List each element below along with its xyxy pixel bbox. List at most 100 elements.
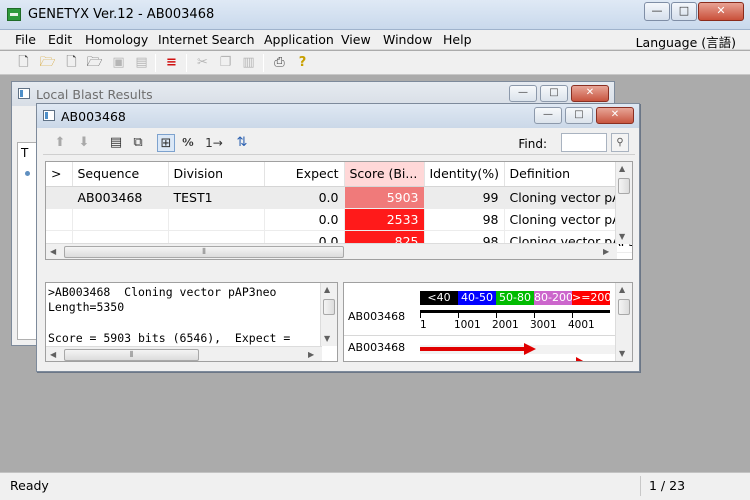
ruler-tick [572,313,573,318]
row-identity: 98 [424,208,505,231]
legend-200-plus: >=200 [572,291,612,305]
menu-internet-search[interactable]: Internet Search [156,32,257,47]
text-line-length: Length=5350 [48,300,125,314]
menu-window[interactable]: Window [381,32,434,47]
save-icon[interactable]: ▣ [110,54,127,71]
text-vertical-scrollbar[interactable]: ▲ ▼ [320,283,337,346]
ruler-tick [496,313,497,318]
minimize-button[interactable]: — [644,2,670,21]
hit-table[interactable]: > Sequence Division Expect Score (Bi... … [45,161,633,260]
status-page-panel: 1 / 23 [640,476,735,496]
column-expect[interactable]: Expect [264,162,345,187]
open-file-icon[interactable]: 🗁 [86,54,103,71]
row-marker [46,208,73,231]
numbering-icon[interactable]: ⁰⁄₀ [179,134,197,152]
print-icon[interactable]: ⎙ [271,54,288,71]
local-blast-minimize-button[interactable]: — [509,85,537,102]
hit-arrow-head-icon [524,343,536,355]
scroll-down-icon[interactable]: ▼ [324,334,330,343]
table-horizontal-scrollbar[interactable]: ◀ ⦀ ▶ [46,243,617,259]
table-hscroll-thumb[interactable]: ⦀ [64,246,344,258]
results-minimize-button[interactable]: — [534,107,562,124]
local-blast-close-button[interactable]: ✕ [571,85,609,102]
text-horizontal-scrollbar[interactable]: ◀ ⦀ ▶ [46,346,322,361]
hit-arrow[interactable] [420,347,526,351]
open-folder-icon[interactable]: 🗁 [39,54,56,71]
status-text: Ready [10,478,49,493]
app-title-bar[interactable]: GENETYX Ver.12 - AB003468 — □ ✕ [0,0,750,30]
menu-file[interactable]: File [13,32,38,47]
find-search-icon[interactable]: ⚲ [611,133,629,152]
table-vscroll-thumb[interactable] [618,178,630,194]
results-title-bar[interactable]: AB003468 — □ ✕ [37,104,639,128]
menu-language[interactable]: Language (言語) [636,32,736,51]
column-marker[interactable]: > [46,162,73,187]
results-window[interactable]: AB003468 — □ ✕ ⬆ ⬇ ▤ ⧉ ⊞ ⁰⁄₀ 1→ ⇅ Find: … [36,103,640,372]
local-blast-list[interactable]: T [17,142,37,340]
position-icon[interactable]: 1→ [205,134,223,152]
row-score: 5903 [344,186,425,209]
alignment-text-pane[interactable]: >AB003468 Cloning vector pAP3neo Length=… [45,282,338,362]
ruler-label: 2001 [492,319,519,331]
new-file-icon[interactable]: 🗋 [15,54,32,71]
menu-homology[interactable]: Homology [83,32,150,47]
new-document-icon[interactable]: 🗋 [63,54,80,71]
text-vscroll-thumb[interactable] [323,299,335,315]
table-row[interactable]: AB003468 TEST1 0.0 5903 99 Cloning vecto… [46,186,632,209]
list-view-icon[interactable]: ▤ [107,134,125,152]
paste-icon[interactable]: ▥ [240,54,257,71]
menu-help[interactable]: Help [441,32,474,47]
ruler-label: 1001 [454,319,481,331]
scroll-left-icon[interactable]: ◀ [50,350,56,359]
ruler-label: 3001 [530,319,557,331]
graphic-vertical-scrollbar[interactable]: ▲ ▼ [615,283,632,361]
align-icon[interactable]: ≡ [163,54,180,71]
close-button[interactable]: ✕ [698,2,744,21]
find-input[interactable] [561,133,607,152]
menu-view[interactable]: View [339,32,373,47]
scroll-down-icon[interactable]: ▼ [619,232,625,241]
help-icon[interactable]: ? [294,54,311,71]
scroll-down-icon[interactable]: ▼ [619,349,625,358]
copy-view-icon[interactable]: ⧉ [129,134,147,152]
local-blast-maximize-button[interactable]: □ [540,85,568,102]
sort-icon[interactable]: ⇅ [233,134,251,152]
ruler-tick [458,313,459,318]
graphic-vscroll-thumb[interactable] [618,299,630,315]
text-hscroll-thumb[interactable]: ⦀ [64,349,199,361]
pane-splitter[interactable] [45,264,633,279]
window-icon [43,110,55,121]
maximize-button[interactable]: □ [671,2,697,21]
menu-edit[interactable]: Edit [46,32,74,47]
scroll-up-icon[interactable]: ▲ [619,164,625,173]
arrow-down-icon[interactable]: ⬇ [75,134,93,152]
row-score: 2533 [344,208,425,231]
save-as-icon[interactable]: ▤ [133,54,150,71]
scroll-up-icon[interactable]: ▲ [619,285,625,294]
scroll-up-icon[interactable]: ▲ [324,285,330,294]
table-row[interactable]: 0.0 2533 98 Cloning vector pAP3neo [46,208,632,231]
results-close-button[interactable]: ✕ [596,107,634,124]
copy-icon[interactable]: ❐ [217,54,234,71]
column-score[interactable]: Score (Bi... [344,162,425,187]
window-icon [18,88,30,99]
query-sequence-label: AB003468 [348,310,406,323]
scroll-right-icon[interactable]: ▶ [603,247,609,256]
column-definition[interactable]: Definition [504,162,632,187]
arrow-up-icon[interactable]: ⬆ [51,134,69,152]
table-header-row: > Sequence Division Expect Score (Bi... … [46,162,632,187]
column-sequence[interactable]: Sequence [72,162,169,187]
toolbar-separator [263,54,264,72]
expand-view-icon[interactable]: ⊞ [157,134,175,152]
status-bar: Ready 1 / 23 [0,472,750,500]
scroll-right-icon[interactable]: ▶ [308,350,314,359]
results-maximize-button[interactable]: □ [565,107,593,124]
cut-icon[interactable]: ✂ [194,54,211,71]
menu-application[interactable]: Application [262,32,336,47]
hit-divider [344,335,616,336]
graphic-view-pane[interactable]: <40 40-50 50-80 80-200 >=200 AB003468 1 … [343,282,633,362]
column-division[interactable]: Division [168,162,265,187]
column-identity[interactable]: Identity(%) [424,162,505,187]
scroll-left-icon[interactable]: ◀ [50,247,56,256]
table-vertical-scrollbar[interactable]: ▲ ▼ [615,162,632,244]
